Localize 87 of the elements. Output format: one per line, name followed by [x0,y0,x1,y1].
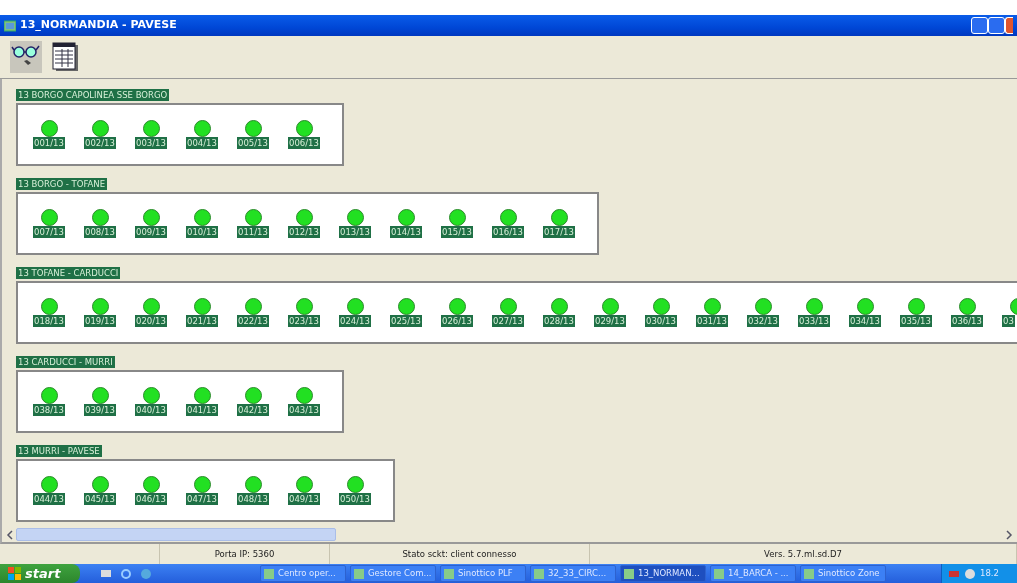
device-label[interactable]: 034/13 [849,315,881,327]
device-label[interactable]: 015/13 [441,226,473,238]
close-button[interactable] [1005,17,1013,34]
device-label[interactable]: 022/13 [237,315,269,327]
device-label[interactable]: 014/13 [390,226,422,238]
device-label[interactable]: 029/13 [594,315,626,327]
device-label[interactable]: 016/13 [492,226,524,238]
device-label[interactable]: 011/13 [237,226,269,238]
device-label[interactable]: 038/13 [33,404,65,416]
device-label[interactable]: 004/13 [186,137,218,149]
device-label[interactable]: 013/13 [339,226,371,238]
device-label[interactable]: 018/13 [33,315,65,327]
app-icon [264,568,274,579]
device-label[interactable]: 049/13 [288,493,320,505]
app-icon [444,568,454,579]
device-label[interactable]: 046/13 [135,493,167,505]
device-label[interactable]: 023/13 [288,315,320,327]
windows-flag-icon [8,567,21,580]
device-label[interactable]: 041/13 [186,404,218,416]
browser-icon[interactable] [120,567,132,580]
taskbar-button[interactable]: 32_33_CIRC... [530,565,616,582]
device-label[interactable]: 027/13 [492,315,524,327]
app-icon [4,19,16,32]
taskbar-button[interactable]: 14_BARCA - ... [710,565,796,582]
group-label: 13 MURRI - PAVESE [16,445,102,457]
scroll-right-icon[interactable] [1003,528,1015,541]
device-label[interactable]: 008/13 [84,226,116,238]
device-label[interactable]: 050/13 [339,493,371,505]
app-icon [354,568,364,579]
start-button[interactable]: start [0,563,80,583]
device-label[interactable]: 024/13 [339,315,371,327]
device-label[interactable]: 040/13 [135,404,167,416]
device-label[interactable]: 045/13 [84,493,116,505]
device-label[interactable]: 033/13 [798,315,830,327]
status-text: Stato sckt: client connesso [402,547,517,561]
device-label[interactable]: 032/13 [747,315,779,327]
device-label[interactable]: 005/13 [237,137,269,149]
device-label[interactable]: 03 [1002,315,1015,327]
group-label: 13 CARDUCCI - MURRI [16,356,115,368]
taskbar-button[interactable]: Sinottico PLF [440,565,526,582]
device-label[interactable]: 019/13 [84,315,116,327]
app-icon [624,568,634,579]
device-label[interactable]: 031/13 [696,315,728,327]
app-icon [804,568,814,579]
scrollbar-thumb[interactable] [16,528,336,541]
device-label[interactable]: 010/13 [186,226,218,238]
minimize-button[interactable] [971,17,988,34]
maximize-button[interactable] [988,17,1005,34]
device-label[interactable]: 017/13 [543,226,575,238]
taskbar-button[interactable]: Sinottico Zone [800,565,886,582]
device-label[interactable]: 025/13 [390,315,422,327]
device-label[interactable]: 030/13 [645,315,677,327]
horizontal-scrollbar[interactable] [0,527,1017,544]
device-label[interactable]: 036/13 [951,315,983,327]
device-label[interactable]: 028/13 [543,315,575,327]
device-label[interactable]: 021/13 [186,315,218,327]
device-label[interactable]: 003/13 [135,137,167,149]
device-label[interactable]: 048/13 [237,493,269,505]
device-label[interactable]: 006/13 [288,137,320,149]
device-label[interactable]: 044/13 [33,493,65,505]
device-label[interactable]: 047/13 [186,493,218,505]
device-label[interactable]: 042/13 [237,404,269,416]
window-title: 13_NORMANDIA - PAVESE [20,17,177,34]
device-label[interactable]: 043/13 [288,404,320,416]
device-label[interactable]: 009/13 [135,226,167,238]
clock: 18.2 [980,567,999,580]
status-text: Porta IP: 5360 [214,547,275,561]
taskbar-button[interactable]: Centro oper... [260,565,346,582]
group-label: 13 BORGO - TOFANE [16,178,108,190]
device-label[interactable]: 007/13 [33,226,65,238]
scroll-left-icon[interactable] [4,528,16,541]
device-label[interactable]: 002/13 [84,137,116,149]
group-label: 13 TOFANE - CARDUCCI [16,267,121,279]
device-label[interactable]: 035/13 [900,315,932,327]
group-label: 13 BORGO CAPOLINEA SSE BORGO [16,89,170,101]
device-label[interactable]: 026/13 [441,315,473,327]
device-label[interactable]: 001/13 [33,137,65,149]
device-label[interactable]: 020/13 [135,315,167,327]
app-icon [714,568,724,579]
status-text: Vers. 5.7.ml.sd.D7 [764,547,842,561]
device-label[interactable]: 039/13 [84,404,116,416]
app-icon [534,568,544,579]
glasses-icon[interactable] [10,41,42,73]
desktop-icon[interactable] [100,567,112,580]
device-label[interactable]: 012/13 [288,226,320,238]
taskbar-button[interactable]: 13_NORMAN... [620,565,706,582]
taskbar-button[interactable]: Gestore Com... [350,565,436,582]
